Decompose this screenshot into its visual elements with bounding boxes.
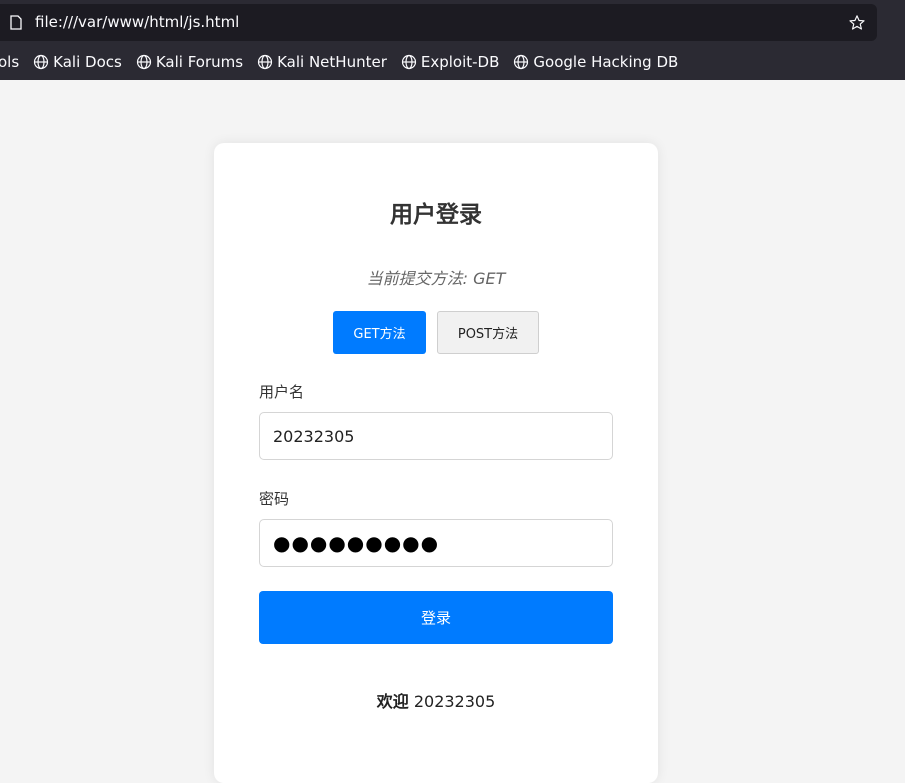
url-text[interactable]: file:///var/www/html/js.html — [35, 13, 239, 32]
bookmark-kali-forums[interactable]: Kali Forums — [136, 53, 243, 71]
bookmark-exploit-db[interactable]: Exploit-DB — [401, 53, 499, 71]
globe-icon — [34, 54, 49, 70]
welcome-name: 20232305 — [413, 692, 496, 711]
page-title: 用户登录 — [390, 202, 482, 228]
welcome-prefix: 欢迎 — [376, 692, 409, 711]
password-field[interactable]: ●●●●●●●●● — [259, 519, 613, 567]
welcome-message: 欢迎 20232305 — [214, 688, 658, 712]
login-card: 用户登录 当前提交方法: GET GET方法 POST方法 用户名 202323… — [214, 143, 658, 783]
bookmarks-bar: ols Kali Docs Kali Forums Kali NetHunter… — [0, 46, 692, 78]
globe-icon — [136, 54, 151, 70]
globe-icon — [514, 54, 529, 70]
get-method-button[interactable]: GET方法 — [333, 311, 426, 354]
method-status: 当前提交方法: GET — [366, 269, 506, 288]
username-field[interactable]: 20232305 — [259, 412, 613, 460]
bookmark-kali-docs[interactable]: Kali Docs — [33, 53, 122, 71]
password-label: 密码 — [259, 490, 290, 508]
bookmark-google-hacking-db[interactable]: Google Hacking DB — [513, 53, 678, 71]
bookmark-tools[interactable]: ols — [0, 53, 19, 71]
post-method-button[interactable]: POST方法 — [437, 311, 539, 354]
page-icon — [10, 15, 22, 30]
password-value: ●●●●●●●●● — [273, 531, 440, 555]
globe-icon — [257, 54, 273, 70]
globe-icon — [401, 54, 416, 70]
username-value: 20232305 — [273, 426, 355, 446]
username-label: 用户名 — [259, 383, 305, 401]
bookmark-kali-nethunter[interactable]: Kali NetHunter — [257, 53, 387, 71]
address-bar[interactable]: file:///var/www/html/js.html — [0, 4, 877, 41]
page-content: 用户登录 当前提交方法: GET GET方法 POST方法 用户名 202323… — [0, 80, 905, 783]
bookmark-star-icon[interactable] — [848, 14, 866, 32]
login-button[interactable]: 登录 — [259, 591, 613, 644]
browser-chrome: file:///var/www/html/js.html ols Kali Do… — [0, 0, 905, 80]
